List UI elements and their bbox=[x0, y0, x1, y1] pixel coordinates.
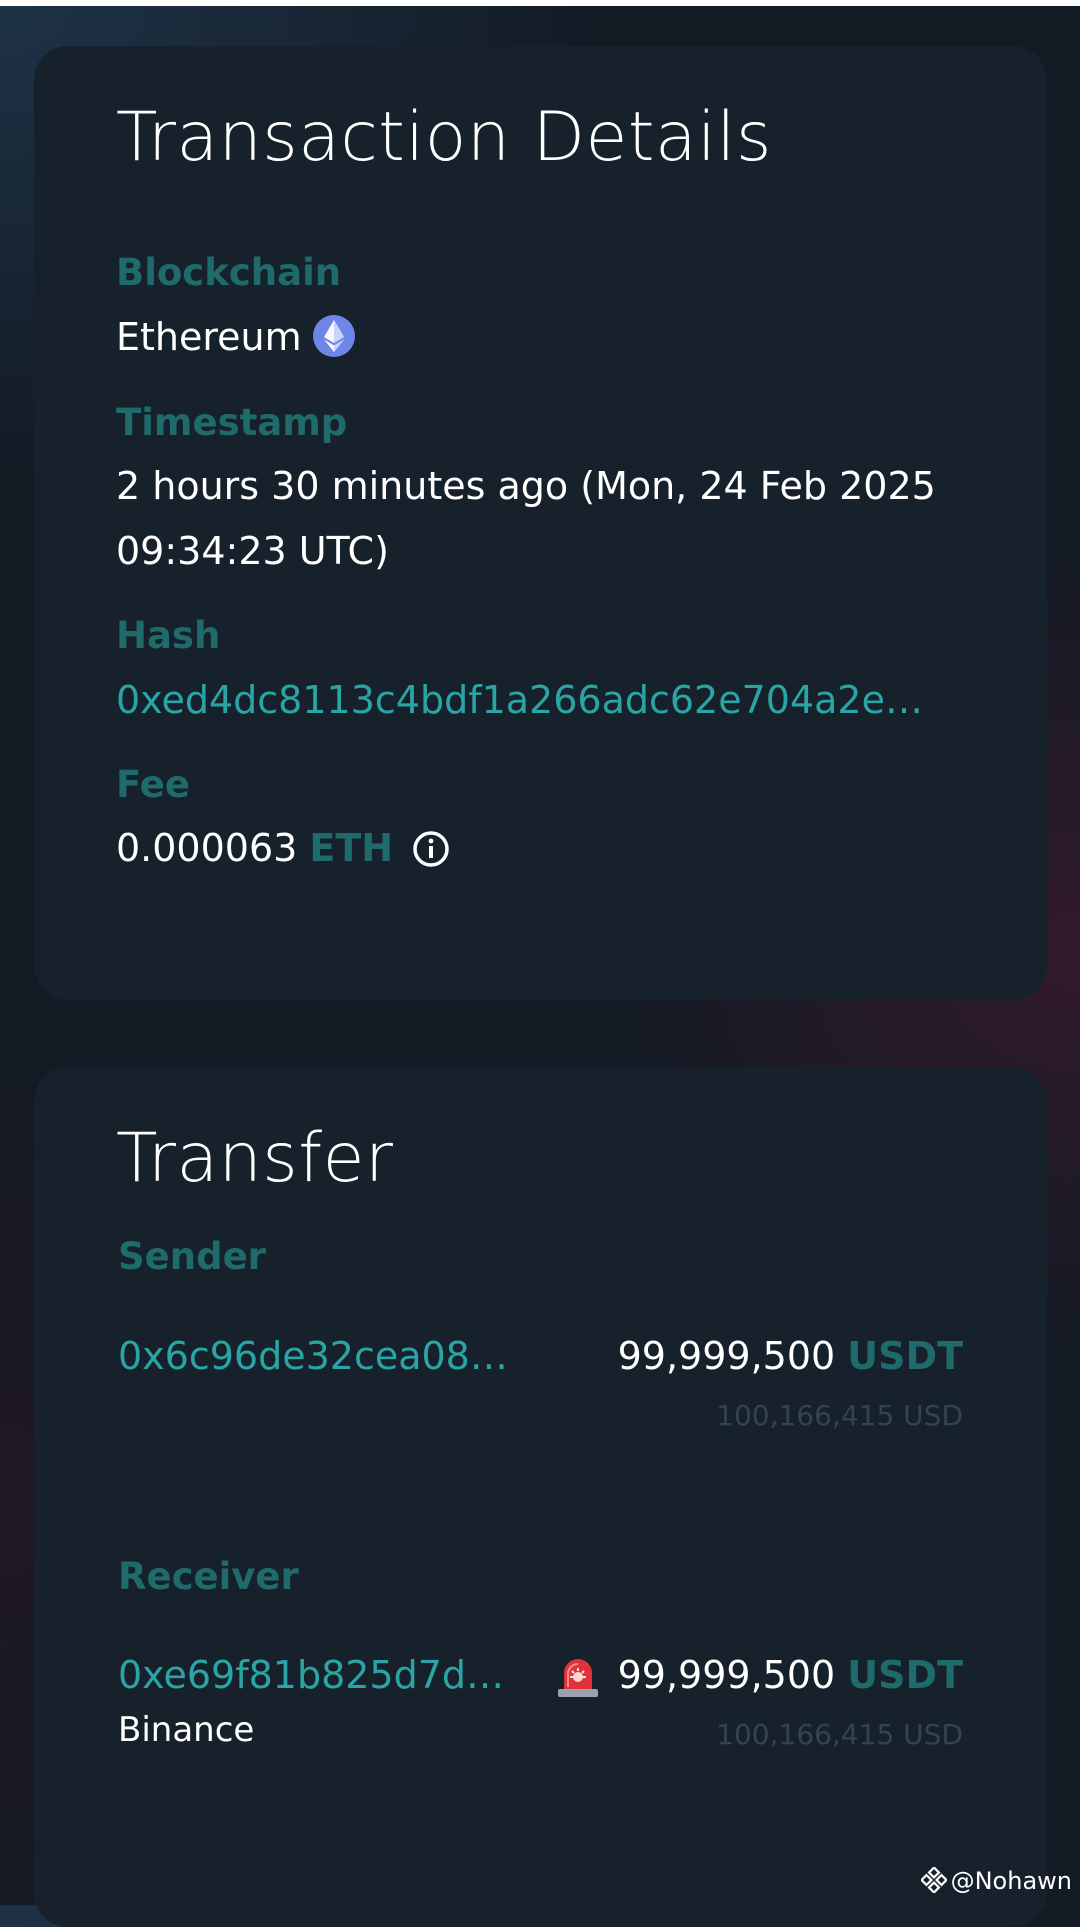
receiver-amount: 99,999,500 USDT bbox=[618, 1653, 963, 1697]
blockchain-name: Ethereum bbox=[116, 315, 302, 359]
transaction-details-card: Transaction Details Blockchain Ethereum … bbox=[34, 46, 1047, 1000]
alarm-siren-icon bbox=[554, 1653, 602, 1703]
receiver-usd-value: 100,166,415 USD bbox=[716, 1718, 963, 1751]
watermark-text: @Nohawn bbox=[950, 1867, 1072, 1895]
timestamp-label: Timestamp bbox=[116, 401, 348, 444]
transfer-card: Transfer Sender 0x6c96de32cea08… 99,999,… bbox=[34, 1067, 1047, 1927]
receiver-address-link[interactable]: 0xe69f81b825d7d… bbox=[118, 1653, 518, 1697]
blockchain-label: Blockchain bbox=[116, 251, 342, 294]
ethereum-icon bbox=[312, 314, 356, 367]
fee-value: 0.000063 ETH bbox=[116, 826, 451, 878]
sender-usd-value: 100,166,415 USD bbox=[716, 1399, 963, 1432]
sender-amount-value: 99,999,500 bbox=[617, 1334, 836, 1378]
sender-label: Sender bbox=[118, 1235, 266, 1278]
timestamp-value: 2 hours 30 minutes ago (Mon, 24 Feb 2025… bbox=[116, 464, 936, 573]
blockchain-value: Ethereum bbox=[116, 314, 356, 367]
fee-label: Fee bbox=[116, 763, 190, 806]
receiver-amount-unit: USDT bbox=[847, 1653, 963, 1697]
transfer-title: Transfer bbox=[116, 1119, 394, 1198]
info-icon[interactable] bbox=[411, 829, 451, 878]
hash-link[interactable]: 0xed4dc8113c4bdf1a266adc62e704a2e… bbox=[116, 678, 976, 722]
binance-logo-icon bbox=[919, 1865, 948, 1899]
sender-amount: 99,999,500 USDT bbox=[618, 1334, 963, 1378]
hash-label: Hash bbox=[116, 614, 221, 657]
receiver-entity: Binance bbox=[118, 1710, 255, 1750]
fee-unit: ETH bbox=[309, 826, 394, 870]
fee-amount: 0.000063 bbox=[116, 826, 298, 870]
receiver-label: Receiver bbox=[118, 1555, 299, 1598]
transaction-details-title: Transaction Details bbox=[116, 98, 772, 177]
sender-amount-unit: USDT bbox=[847, 1334, 963, 1378]
sender-address-link[interactable]: 0x6c96de32cea08… bbox=[118, 1334, 518, 1378]
receiver-amount-value: 99,999,500 bbox=[617, 1653, 836, 1697]
watermark: @Nohawn bbox=[919, 1865, 1072, 1899]
top-status-strip bbox=[0, 0, 1080, 6]
